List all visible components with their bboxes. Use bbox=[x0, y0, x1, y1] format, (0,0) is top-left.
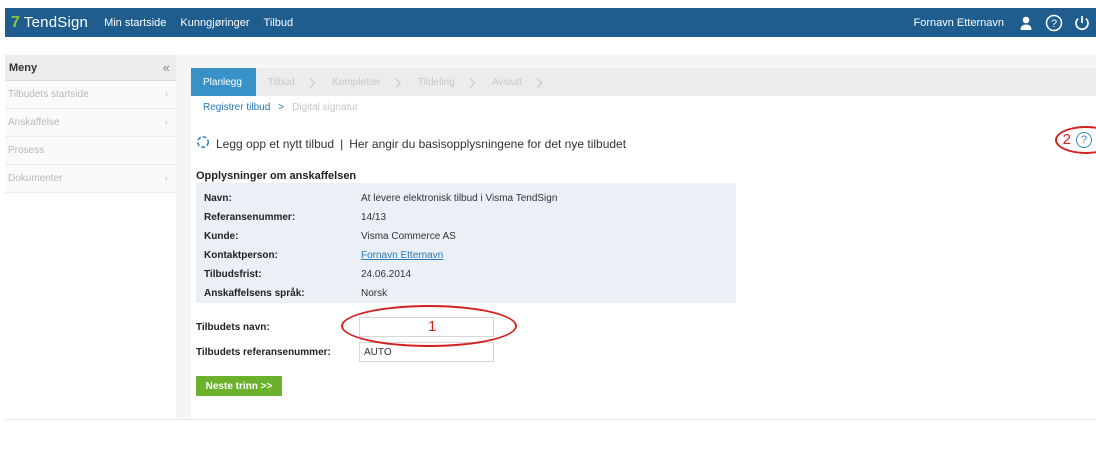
info-row: Kunde: Visma Commerce AS bbox=[204, 227, 728, 246]
help-annotation: 2 ? bbox=[1054, 126, 1096, 154]
info-row: Navn: At levere elektronisk tilbud i Vis… bbox=[204, 189, 728, 208]
info-row: Anskaffelsens språk: Norsk bbox=[204, 284, 728, 303]
menu-collapse-icon[interactable]: « bbox=[163, 60, 170, 75]
user-icon[interactable] bbox=[1012, 8, 1040, 37]
substep-arrow-icon: > bbox=[278, 101, 285, 113]
process-steps: Planlegg Tilbud › Kompletter › Tildeling… bbox=[191, 68, 1096, 96]
annotation-number-1: 1 bbox=[428, 318, 437, 335]
step-label: Tildeling bbox=[417, 76, 455, 88]
menu-item-prosess[interactable]: Prosess bbox=[5, 137, 176, 165]
step-label: Avslutt bbox=[492, 76, 522, 88]
side-menu: Meny « Tilbudets startside › Anskaffelse… bbox=[5, 55, 176, 419]
menu-item-label: Anskaffelse bbox=[8, 117, 60, 128]
menu-item-label: Tilbudets startside bbox=[8, 89, 89, 100]
page-intro: Legg opp et nytt tilbud | Her angir du b… bbox=[196, 135, 626, 152]
divider bbox=[5, 419, 1096, 420]
info-value: Norsk bbox=[361, 288, 388, 299]
top-navigation-bar: 7 TendSign Min startside Kunngjøringer T… bbox=[5, 8, 1096, 37]
power-icon[interactable] bbox=[1068, 8, 1096, 37]
intro-title: Legg opp et nytt tilbud bbox=[216, 136, 335, 151]
tendsign-logo[interactable]: 7 TendSign bbox=[11, 14, 88, 32]
offer-name-label: Tilbudets navn: bbox=[196, 321, 270, 333]
step-separator-icon: › bbox=[535, 69, 544, 94]
menu-title: Meny bbox=[9, 61, 38, 74]
info-label: Kontaktperson: bbox=[204, 250, 278, 261]
sub-steps: Registrer tilbud > Digital signatur bbox=[191, 96, 1096, 118]
info-label: Kunde: bbox=[204, 231, 239, 242]
info-value: At levere elektronisk tilbud i Visma Ten… bbox=[361, 193, 558, 204]
intro-description: Her angir du basisopplysningene for det … bbox=[349, 136, 627, 151]
info-row: Referansenummer: 14/13 bbox=[204, 208, 728, 227]
step-kompletter[interactable]: Kompletter bbox=[320, 68, 394, 96]
chevron-right-icon: › bbox=[164, 117, 168, 128]
chevron-right-icon: › bbox=[164, 89, 168, 100]
menu-item-dokumenter[interactable]: Dokumenter › bbox=[5, 165, 176, 193]
step-separator-icon: › bbox=[394, 69, 402, 94]
top-right-area: Fornavn Etternavn ? bbox=[914, 8, 1096, 37]
step-label: Planlegg bbox=[203, 76, 242, 88]
step-separator-icon: › bbox=[308, 69, 317, 94]
info-label: Anskaffelsens språk: bbox=[204, 288, 305, 299]
user-name[interactable]: Fornavn Etternavn bbox=[914, 17, 1005, 29]
logo-text: TendSign bbox=[23, 14, 89, 31]
offer-ref-label: Tilbudets referansenummer: bbox=[196, 346, 331, 358]
info-row: Kontaktperson: Fornavn Etternavn bbox=[204, 246, 728, 265]
info-label: Tilbudsfrist: bbox=[204, 269, 262, 280]
chevron-right-icon: › bbox=[164, 173, 168, 184]
info-row: Tilbudsfrist: 24.06.2014 bbox=[204, 265, 728, 284]
step-planlegg[interactable]: Planlegg bbox=[191, 68, 256, 96]
refresh-icon bbox=[196, 135, 210, 152]
menu-item-tilbudets-startside[interactable]: Tilbudets startside › bbox=[5, 81, 176, 109]
nav-tilbud[interactable]: Tilbud bbox=[264, 17, 294, 29]
info-label: Navn: bbox=[204, 193, 232, 204]
step-tilbud[interactable]: Tilbud bbox=[256, 68, 309, 96]
step-avslutt[interactable]: Avslutt bbox=[480, 68, 536, 96]
step-separator-icon: › bbox=[468, 69, 477, 94]
info-label: Referansenummer: bbox=[204, 212, 296, 223]
step-label: Kompletter bbox=[332, 76, 381, 88]
info-value: 24.06.2014 bbox=[361, 269, 412, 280]
info-table: Navn: At levere elektronisk tilbud i Vis… bbox=[196, 183, 736, 303]
help-icon[interactable]: ? bbox=[1040, 8, 1068, 37]
info-value: 14/13 bbox=[361, 212, 387, 223]
menu-item-label: Dokumenter bbox=[8, 173, 63, 184]
substep-digital-signatur[interactable]: Digital signatur bbox=[292, 102, 358, 113]
nav-kunngjoringer[interactable]: Kunngjøringer bbox=[180, 17, 249, 29]
substep-registrer-tilbud[interactable]: Registrer tilbud bbox=[203, 102, 270, 113]
menu-item-label: Prosess bbox=[8, 145, 45, 156]
intro-separator: | bbox=[340, 136, 344, 151]
next-step-button[interactable]: Neste trinn >> bbox=[196, 376, 282, 396]
info-value: Visma Commerce AS bbox=[361, 231, 456, 242]
step-label: Tilbud bbox=[267, 76, 295, 88]
step-tildeling[interactable]: Tildeling bbox=[406, 68, 469, 96]
info-section-title: Opplysninger om anskaffelsen bbox=[196, 170, 357, 182]
menu-header: Meny « bbox=[5, 55, 176, 81]
content-area: Planlegg Tilbud › Kompletter › Tildeling… bbox=[176, 55, 1096, 419]
logo-mark-icon: 7 bbox=[11, 13, 20, 31]
menu-item-anskaffelse[interactable]: Anskaffelse › bbox=[5, 109, 176, 137]
contact-person-link[interactable]: Fornavn Etternavn bbox=[361, 250, 443, 261]
nav-min-startside[interactable]: Min startside bbox=[104, 17, 166, 29]
svg-text:?: ? bbox=[1051, 18, 1057, 30]
